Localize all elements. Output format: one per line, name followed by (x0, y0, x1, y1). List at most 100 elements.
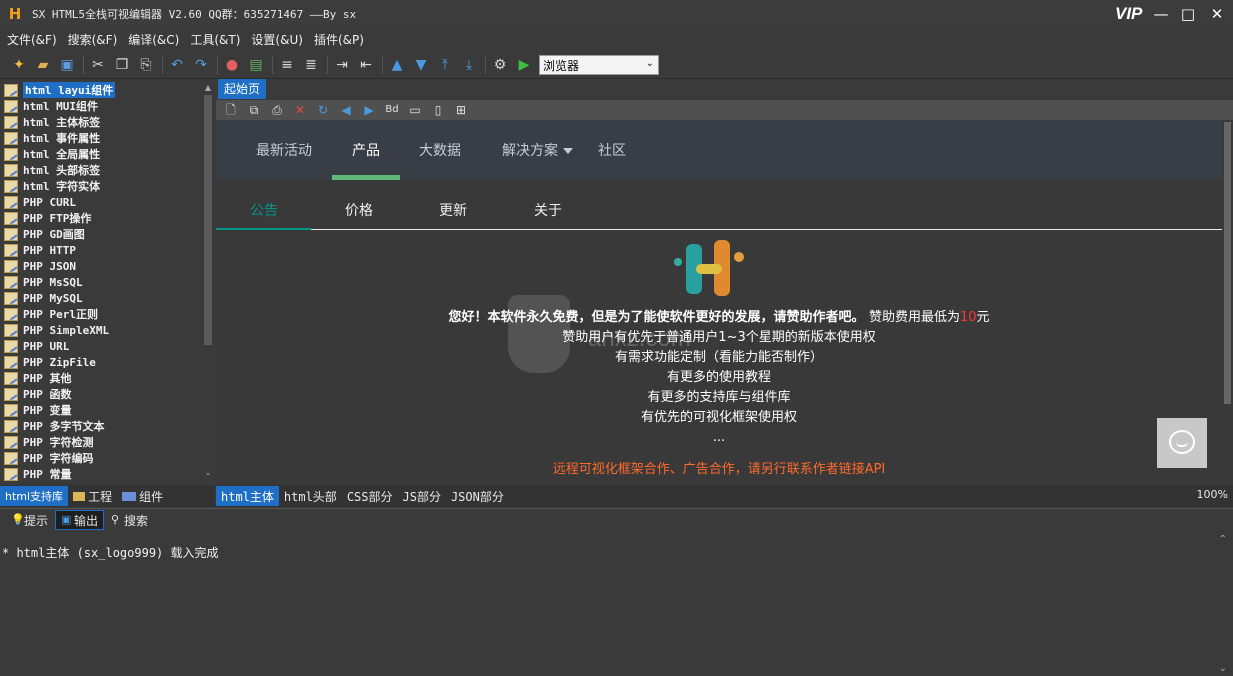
minimize-button[interactable]: — (1150, 4, 1172, 24)
tab-output[interactable]: ▣ 输出 (55, 510, 105, 530)
nav-item-bigdata[interactable]: 大数据 (419, 140, 461, 160)
move-bottom-icon[interactable]: ⤓ (458, 54, 480, 76)
tab-css[interactable]: CSS部分 (342, 486, 398, 506)
tree-item[interactable]: html MUI组件 (0, 98, 215, 114)
menu-plugins[interactable]: 插件(&P) (307, 31, 368, 48)
run-icon[interactable]: ▶ (513, 54, 535, 76)
output-log[interactable]: * html主体 (sx_logo999) 载入完成 ⌃ ⌄ (0, 532, 1233, 676)
browser-select[interactable]: 浏览器 ⌄ (539, 55, 659, 75)
chat-button[interactable] (1157, 418, 1207, 468)
menu-tools[interactable]: 工具(&T) (183, 31, 244, 48)
redo-icon[interactable]: ↷ (190, 54, 212, 76)
tab-project[interactable]: 工程 (68, 486, 117, 506)
nav-item-latest[interactable]: 最新活动 (256, 140, 312, 160)
mobile-view-icon[interactable]: ▯ (429, 102, 447, 118)
subtab-price[interactable]: 价格 (345, 200, 373, 220)
image-icon[interactable]: ▤ (245, 54, 267, 76)
save-icon[interactable]: ▣ (56, 54, 78, 76)
tree-item[interactable]: html 头部标签 (0, 162, 215, 178)
tab-json[interactable]: JSON部分 (446, 486, 509, 506)
tab-html-library[interactable]: html支持库 (0, 486, 69, 506)
tree-item[interactable]: PHP MsSQL (0, 274, 215, 290)
tab-html-head[interactable]: html头部 (279, 486, 342, 506)
baidu-icon[interactable]: Bd (383, 102, 401, 118)
open-folder-icon[interactable]: ▰ (32, 54, 54, 76)
preview-scrollbar[interactable] (1222, 120, 1233, 484)
outdent-icon[interactable]: ⇤ (355, 54, 377, 76)
tree-item[interactable]: html 字符实体 (0, 178, 215, 194)
tree-item[interactable]: PHP 函数 (0, 386, 215, 402)
indent-icon[interactable]: ⇥ (331, 54, 353, 76)
scrollbar-thumb[interactable] (1224, 122, 1231, 404)
refresh-icon[interactable]: ↻ (314, 102, 332, 118)
tree-item[interactable]: html 主体标签 (0, 114, 215, 130)
forward-icon[interactable]: ▶ (360, 102, 378, 118)
move-down-icon[interactable]: ▼ (410, 54, 432, 76)
move-top-icon[interactable]: ⤒ (434, 54, 456, 76)
tree-item[interactable]: PHP JSON (0, 258, 215, 274)
code-view-icon[interactable]: ⊞ (452, 102, 470, 118)
tree-item[interactable]: PHP Perl正则 (0, 306, 215, 322)
build-icon[interactable]: ⚙ (489, 54, 511, 76)
tab-hints[interactable]: 💡 提示 (6, 510, 53, 530)
scroll-up-icon[interactable]: ▲ (203, 83, 213, 93)
subtab-update[interactable]: 更新 (439, 200, 467, 220)
back-icon[interactable]: ◀ (337, 102, 355, 118)
vip-badge[interactable]: VIP (1115, 4, 1142, 24)
new-file-icon[interactable]: ✦ (8, 54, 30, 76)
align-justify-icon[interactable]: ≣ (300, 54, 322, 76)
menu-settings[interactable]: 设置(&U) (244, 31, 307, 48)
tree-item[interactable]: PHP MySQL (0, 290, 215, 306)
tree-item[interactable]: html 全局属性 (0, 146, 215, 162)
scroll-up-icon[interactable]: ⌃ (1219, 534, 1227, 545)
subtab-notice[interactable]: 公告 (250, 200, 278, 220)
tree-scrollbar[interactable]: ▲ ⌄ (203, 83, 213, 478)
tree-item[interactable]: PHP 多字节文本 (0, 418, 215, 434)
scroll-down-icon[interactable]: ⌄ (203, 468, 213, 478)
paste-icon[interactable]: ⎘ (135, 54, 157, 76)
tab-components[interactable]: 组件 (117, 486, 168, 506)
menu-compile[interactable]: 编译(&C) (121, 31, 183, 48)
export-icon[interactable]: ⎙ (268, 102, 286, 118)
tree-item[interactable]: PHP 变量 (0, 402, 215, 418)
move-up-icon[interactable]: ▲ (386, 54, 408, 76)
tree-item[interactable]: PHP FTP操作 (0, 210, 215, 226)
nav-item-products[interactable]: 产品 (352, 140, 380, 160)
tree-item[interactable]: PHP 字符编码 (0, 450, 215, 466)
new-page-icon[interactable]: 🗋 (222, 102, 240, 118)
desktop-view-icon[interactable]: ▭ (406, 102, 424, 118)
undo-icon[interactable]: ↶ (166, 54, 188, 76)
nav-item-solutions[interactable]: 解决方案 (502, 140, 573, 160)
tree-item[interactable]: PHP ZipFile (0, 354, 215, 370)
tab-html-body[interactable]: html主体 (216, 486, 279, 506)
delete-icon[interactable]: ✕ (291, 102, 309, 118)
page-preview[interactable]: 最新活动 产品 大数据 解决方案 社区 公告 价格 更新 关于 anxz.com (216, 120, 1222, 484)
tree-item[interactable]: html layui组件 (0, 82, 215, 98)
tree-item[interactable]: PHP CURL (0, 194, 215, 210)
tab-js[interactable]: JS部分 (398, 486, 446, 506)
maximize-button[interactable]: □ (1177, 4, 1199, 24)
duplicate-icon[interactable]: ⧉ (245, 102, 263, 118)
tree-item[interactable]: PHP 常量 (0, 466, 215, 482)
subtab-about[interactable]: 关于 (534, 200, 562, 220)
tree-item[interactable]: html 事件属性 (0, 130, 215, 146)
align-left-icon[interactable]: ≡ (276, 54, 298, 76)
nav-item-community[interactable]: 社区 (598, 140, 626, 160)
copy-icon[interactable]: ❐ (111, 54, 133, 76)
tab-search[interactable]: ⚲ 搜索 (106, 510, 153, 530)
color-picker-icon[interactable]: ● (221, 54, 243, 76)
scroll-down-icon[interactable]: ⌄ (1219, 663, 1227, 674)
menu-file[interactable]: 文件(&F) (0, 31, 61, 48)
cut-icon[interactable]: ✂ (87, 54, 109, 76)
tree-item[interactable]: PHP GD画图 (0, 226, 215, 242)
tab-start-page[interactable]: 起始页 (218, 79, 267, 99)
tree-item[interactable]: PHP SimpleXML (0, 322, 215, 338)
tree-item[interactable]: PHP URL (0, 338, 215, 354)
tree-item[interactable]: PHP 其他 (0, 370, 215, 386)
menu-search[interactable]: 搜索(&F) (61, 31, 122, 48)
snippet-icon (4, 339, 18, 353)
tree-item[interactable]: PHP 字符检测 (0, 434, 215, 450)
close-button[interactable]: ✕ (1206, 4, 1228, 24)
tree-item[interactable]: PHP HTTP (0, 242, 215, 258)
scrollbar-thumb[interactable] (204, 95, 212, 345)
